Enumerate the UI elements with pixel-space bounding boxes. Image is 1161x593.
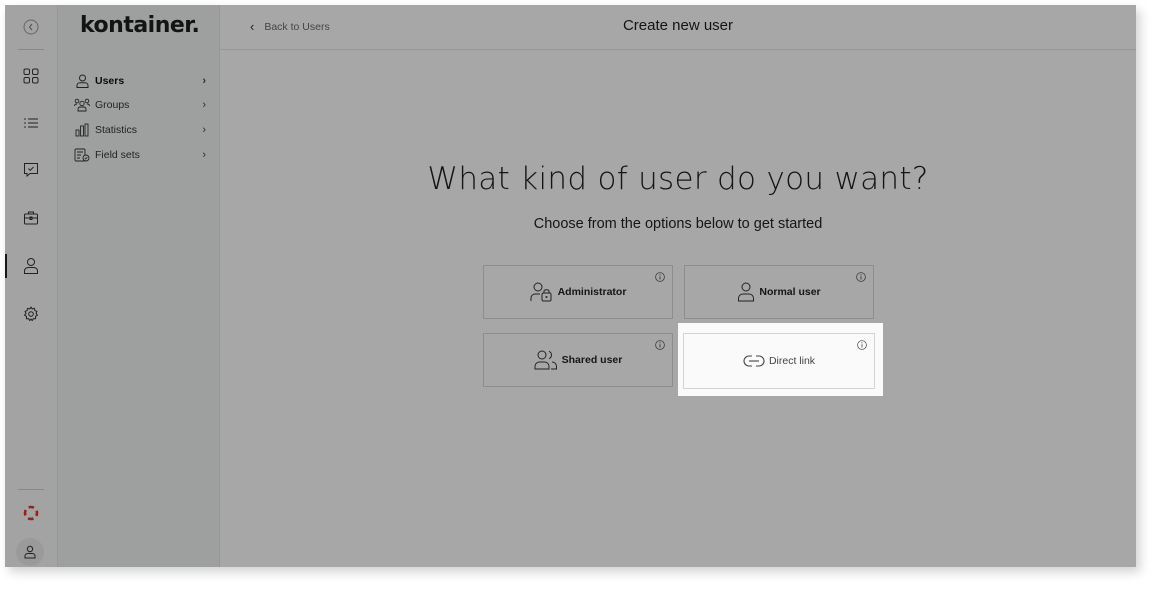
highlight-spotlight: Direct link xyxy=(678,323,883,396)
bar-chart-icon xyxy=(74,122,90,138)
form-icon xyxy=(74,147,90,163)
sidebar-item-label: Groups xyxy=(95,99,130,111)
collapse-button[interactable] xyxy=(17,13,45,41)
grid-icon xyxy=(23,68,39,84)
user-icon xyxy=(74,73,90,89)
user-lock-icon xyxy=(530,282,552,302)
option-administrator[interactable]: Administrator xyxy=(483,265,673,319)
rail-item-dashboard[interactable] xyxy=(17,62,45,90)
gear-icon xyxy=(24,306,38,322)
chevron-right-icon: › xyxy=(202,99,206,111)
option-label: Administrator xyxy=(557,286,627,298)
rail-item-jobs[interactable] xyxy=(17,204,45,232)
sidebar-item-users[interactable]: Users › xyxy=(74,71,206,91)
chevron-right-icon: › xyxy=(202,124,206,136)
info-icon[interactable] xyxy=(655,340,665,350)
chevron-left-circle-icon xyxy=(23,19,39,35)
link-icon xyxy=(743,355,765,367)
sidebar-item-label: Statistics xyxy=(95,124,138,136)
sidebar-item-label: Users xyxy=(95,75,125,87)
group-icon xyxy=(74,97,90,113)
option-direct-link[interactable]: Direct link xyxy=(683,333,875,389)
rail-divider-bottom xyxy=(18,489,44,490)
icon-rail xyxy=(5,5,58,567)
page-title: Create new user xyxy=(622,17,734,34)
sidebar: kontainer. Users › Groups › Statistics ›… xyxy=(58,5,220,567)
briefcase-icon xyxy=(24,211,38,225)
active-indicator xyxy=(5,254,7,278)
app: kontainer. Users › Groups › Statistics ›… xyxy=(5,5,1136,567)
help-button[interactable] xyxy=(17,499,45,527)
sidebar-item-field-sets[interactable]: Field sets › xyxy=(74,145,206,165)
sidebar-item-statistics[interactable]: Statistics › xyxy=(74,120,206,140)
option-normal-user[interactable]: Normal user xyxy=(684,265,874,319)
info-icon[interactable] xyxy=(857,340,867,350)
rail-item-list[interactable] xyxy=(17,109,45,137)
question-subheading: Choose from the options below to get sta… xyxy=(533,216,823,232)
rail-item-settings[interactable] xyxy=(17,300,45,328)
option-label: Direct link xyxy=(768,355,816,367)
user-icon xyxy=(738,282,755,302)
info-icon[interactable] xyxy=(655,272,665,282)
logo: kontainer. xyxy=(80,13,200,38)
top-bar: ‹ Back to Users Create new user xyxy=(220,5,1136,50)
option-shared-user[interactable]: Shared user xyxy=(483,333,673,387)
chevron-right-icon: › xyxy=(202,149,206,161)
chevron-right-icon: › xyxy=(202,75,206,87)
app-window: kontainer. Users › Groups › Statistics ›… xyxy=(5,5,1136,567)
lifebuoy-icon xyxy=(23,505,39,521)
option-label: Normal user xyxy=(759,286,821,298)
sidebar-item-label: Field sets xyxy=(95,149,140,161)
list-icon xyxy=(24,118,38,128)
sidebar-item-groups[interactable]: Groups › xyxy=(74,95,206,115)
question-heading: What kind of user do you want? xyxy=(427,161,929,197)
option-label: Shared user xyxy=(561,354,623,366)
rail-item-feedback[interactable] xyxy=(17,156,45,184)
main-content: ‹ Back to Users Create new user What kin… xyxy=(220,5,1136,567)
rail-item-users[interactable] xyxy=(17,252,45,280)
info-icon[interactable] xyxy=(856,272,866,282)
user-icon xyxy=(24,258,38,274)
avatar-icon xyxy=(24,545,36,559)
chat-check-icon xyxy=(24,163,38,178)
users-icon xyxy=(534,350,557,370)
rail-divider xyxy=(18,49,44,50)
account-button[interactable] xyxy=(16,538,44,566)
